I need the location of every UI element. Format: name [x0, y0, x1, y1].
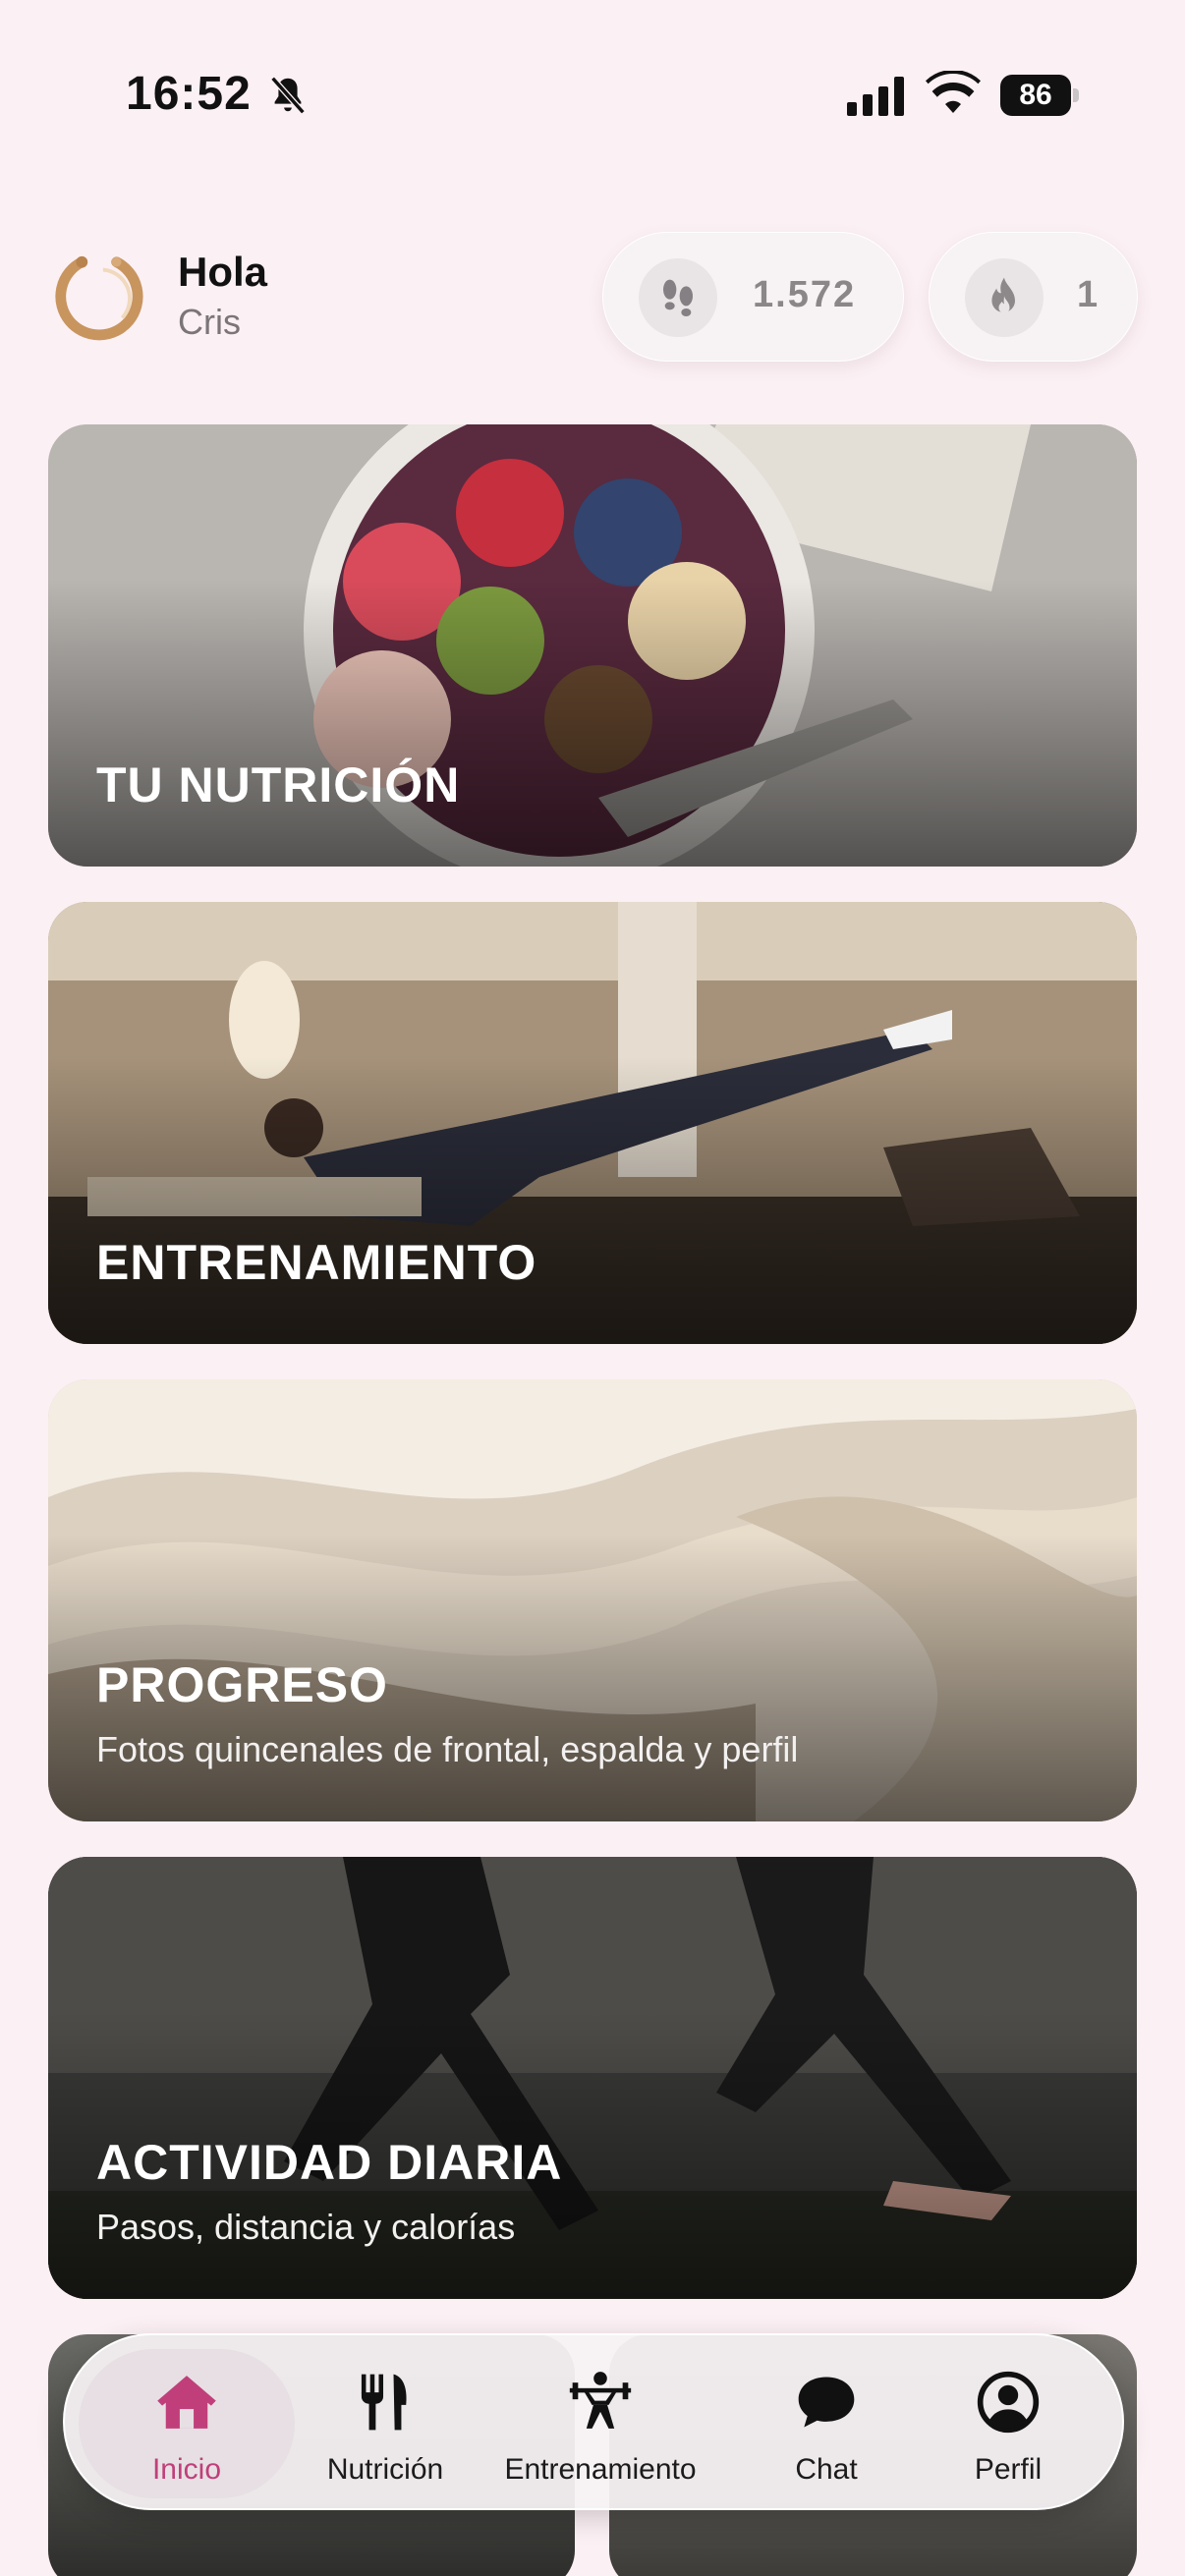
- tab-entrenamiento-label: Entrenamiento: [504, 2453, 697, 2486]
- tab-entrenamiento[interactable]: Entrenamiento: [478, 2335, 723, 2512]
- flame-icon: [991, 277, 1015, 313]
- tab-nutricion-label: Nutrición: [326, 2453, 444, 2486]
- tab-chat-label: Chat: [795, 2453, 858, 2486]
- chat-bubble-icon: [798, 2377, 855, 2428]
- bottom-tab-bar: Inicio Nutrición Entrenamiento Chat Perf…: [63, 2333, 1124, 2510]
- steps-icon-wrap: [639, 258, 717, 337]
- footprints-icon: [663, 279, 693, 316]
- streak-counter-button[interactable]: 1: [929, 232, 1138, 362]
- tab-inicio-label: Inicio: [151, 2453, 222, 2486]
- profile-icon: [977, 2371, 1040, 2434]
- tab-chat[interactable]: Chat: [753, 2335, 900, 2512]
- steps-value: 1.572: [753, 274, 857, 315]
- battery-indicator: 86: [1000, 75, 1079, 116]
- status-time: 16:52: [126, 68, 252, 120]
- wifi-icon: [926, 71, 981, 113]
- progress-card-title: PROGRESO: [96, 1657, 388, 1712]
- user-name: Cris: [178, 302, 241, 342]
- progress-card-subtitle: Fotos quincenales de frontal, espalda y …: [96, 1729, 799, 1769]
- brand-logo-icon: [55, 255, 143, 341]
- cell-signal-icon: [847, 77, 904, 116]
- progress-card[interactable]: PROGRESO Fotos quincenales de frontal, e…: [48, 1379, 1137, 1821]
- daily-activity-card[interactable]: ACTIVIDAD DIARIA Pasos, distancia y calo…: [48, 1857, 1137, 2299]
- steps-counter-button[interactable]: 1.572: [602, 232, 904, 362]
- tab-perfil[interactable]: Perfil: [930, 2335, 1087, 2512]
- daily-activity-card-title: ACTIVIDAD DIARIA: [96, 2135, 563, 2190]
- training-card[interactable]: ENTRENAMIENTO: [48, 902, 1137, 1344]
- bell-muted-icon: [270, 76, 306, 115]
- training-card-title: ENTRENAMIENTO: [96, 1235, 537, 1290]
- weightlifter-icon: [569, 2372, 632, 2429]
- battery-tip: [1073, 88, 1079, 102]
- streak-value: 1: [1077, 274, 1100, 315]
- streak-icon-wrap: [965, 258, 1044, 337]
- tab-perfil-label: Perfil: [974, 2453, 1043, 2486]
- nutrition-card-title: TU NUTRICIÓN: [96, 757, 461, 812]
- greeting-block: Hola Cris: [178, 246, 267, 346]
- home-icon: [157, 2376, 216, 2429]
- tab-nutricion[interactable]: Nutrición: [297, 2335, 474, 2512]
- home-screen: 16:52 86 Hola Cris 1.572 1 TU NUTRICIÓN …: [0, 0, 1185, 2576]
- nutrition-card[interactable]: TU NUTRICIÓN: [48, 424, 1137, 867]
- greeting-title: Hola: [178, 249, 268, 295]
- battery-level: 86: [1000, 75, 1071, 116]
- fork-knife-icon: [361, 2374, 407, 2431]
- tab-inicio[interactable]: Inicio: [79, 2335, 295, 2512]
- daily-activity-card-subtitle: Pasos, distancia y calorías: [96, 2207, 516, 2247]
- status-bar: 16:52 86: [0, 0, 1185, 187]
